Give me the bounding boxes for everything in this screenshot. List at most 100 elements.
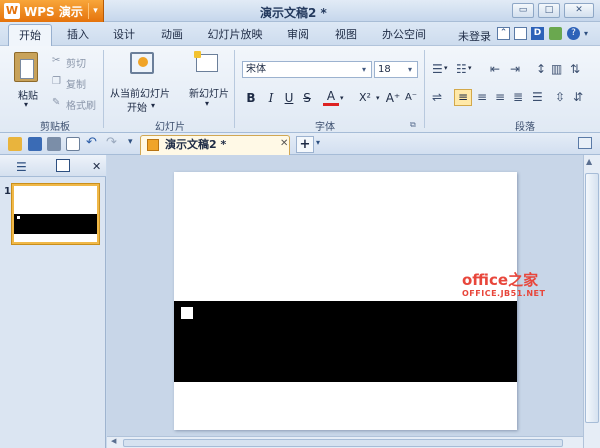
line-spacing-icon[interactable]: ↕	[536, 62, 546, 76]
play-from-current-icon[interactable]	[130, 52, 154, 74]
close-tab-icon[interactable]: ✕	[280, 138, 288, 149]
watermark-url: OFFICE.JB51.NET	[462, 289, 546, 298]
tab-view[interactable]: 视图	[326, 24, 366, 46]
save-icon[interactable]	[28, 137, 42, 151]
copy-button[interactable]: 复制	[66, 76, 86, 91]
distribute-icon[interactable]: ☰	[532, 90, 543, 104]
undo-icon[interactable]: ↶	[86, 135, 97, 150]
slide-number: 1	[4, 186, 11, 197]
italic-button[interactable]: I	[263, 90, 279, 106]
tab-animation[interactable]: 动画	[152, 24, 192, 46]
wps-app-button[interactable]: W WPS 演示 ▾	[0, 0, 104, 22]
font-color-button[interactable]: A	[323, 90, 339, 106]
document-tab[interactable]: 演示文稿2 *	[140, 135, 290, 155]
slide-thumbnail[interactable]	[12, 184, 99, 244]
grow-font-button[interactable]: A⁺	[384, 90, 402, 106]
login-status[interactable]: 未登录	[458, 28, 491, 44]
scroll-up-icon[interactable]: ▲	[586, 157, 592, 166]
office-space-icon[interactable]	[549, 27, 562, 40]
bullets-dropdown-icon[interactable]: ▾	[444, 64, 448, 72]
columns-icon[interactable]: ▥	[551, 62, 562, 76]
tab-design[interactable]: 设计	[104, 24, 144, 46]
chevron-down-icon[interactable]: ▾	[404, 62, 416, 77]
align-right-icon[interactable]: ≡	[495, 90, 505, 104]
print-icon[interactable]	[47, 137, 61, 151]
bullets-icon[interactable]: ☰	[432, 62, 443, 76]
new-tab-button[interactable]: +	[296, 136, 314, 153]
print-preview-icon[interactable]	[66, 137, 80, 151]
text-direction-icon[interactable]: ⇅	[570, 62, 580, 76]
font-dialog-launcher-icon[interactable]: ⧉	[410, 120, 416, 130]
font-name-value: 宋体	[246, 64, 266, 75]
numbering-dropdown-icon[interactable]: ▾	[468, 64, 472, 72]
numbering-icon[interactable]: ☷	[456, 62, 467, 76]
font-color-dropdown-icon[interactable]: ▾	[340, 94, 344, 102]
tab-slideshow[interactable]: 幻灯片放映	[200, 24, 270, 46]
document-tab-label: 演示文稿2 *	[165, 138, 227, 151]
vertical-scrollbar[interactable]: ▲	[583, 155, 600, 448]
window-title: 演示文稿2 *	[260, 6, 327, 20]
wps-logo-icon: W	[4, 3, 20, 19]
play-from-current-label-2[interactable]: 开始	[127, 99, 147, 114]
align-center-icon[interactable]: ≡	[477, 90, 487, 104]
horizontal-scroll-thumb[interactable]	[123, 439, 563, 447]
close-pane-icon[interactable]: ✕	[92, 160, 101, 173]
help-dropdown-icon[interactable]: ▾	[584, 29, 588, 38]
white-square-shape[interactable]	[181, 307, 193, 319]
close-button[interactable]: ✕	[564, 3, 594, 18]
font-size-value: 18	[378, 64, 391, 75]
scroll-thumb[interactable]	[585, 173, 599, 423]
paste-dropdown-icon[interactable]: ▾	[24, 100, 28, 109]
docer-icon[interactable]: D	[531, 27, 544, 40]
tab-insert[interactable]: 插入	[58, 24, 98, 46]
superscript-dropdown-icon[interactable]: ▾	[376, 94, 380, 102]
new-slide-icon[interactable]	[194, 51, 218, 72]
tab-review[interactable]: 审阅	[278, 24, 318, 46]
decrease-indent-icon[interactable]: ⇤	[490, 62, 500, 76]
superscript-button[interactable]: X²	[355, 90, 375, 106]
tab-list-icon[interactable]: ▾	[316, 138, 320, 147]
tab-home[interactable]: 开始	[8, 24, 52, 46]
paragraph-group-label: 段落	[515, 122, 535, 133]
slides-tab-icon[interactable]	[56, 159, 70, 172]
underline-button[interactable]: U	[281, 90, 297, 106]
slides-group-label: 幻灯片	[155, 122, 185, 133]
new-slide-dropdown-icon[interactable]: ▾	[205, 99, 209, 108]
shrink-font-button[interactable]: A⁻	[402, 90, 420, 106]
horizontal-scrollbar[interactable]: ◀	[107, 436, 583, 448]
collapse-ribbon-icon[interactable]: ⌃	[497, 27, 510, 40]
restore-pane-icon[interactable]	[578, 137, 592, 149]
customize-toolbar-icon[interactable]: ▾	[128, 137, 133, 147]
font-name-select[interactable]: 宋体 ▾	[242, 61, 372, 78]
skin-icon[interactable]	[514, 27, 527, 40]
new-slide-button[interactable]: 新幻灯片	[189, 85, 229, 100]
help-icon[interactable]: ?	[567, 27, 580, 40]
play-dropdown-icon[interactable]: ▾	[151, 101, 155, 110]
text-wrap-icon[interactable]: ⇌	[432, 90, 442, 104]
open-icon[interactable]	[8, 137, 22, 151]
cut-button[interactable]: 剪切	[66, 55, 86, 70]
restore-button[interactable]: □	[538, 3, 560, 18]
increase-indent-icon[interactable]: ⇥	[510, 62, 520, 76]
format-painter-button[interactable]: 格式刷	[66, 97, 96, 112]
tab-office-space[interactable]: 办公空间	[374, 24, 434, 46]
redo-icon[interactable]: ↷	[106, 135, 117, 150]
justify-icon[interactable]: ≣	[513, 90, 523, 104]
font-size-select[interactable]: 18 ▾	[374, 61, 418, 78]
paragraph-spacing-icon[interactable]: ⇳	[555, 90, 565, 104]
minimize-button[interactable]: ▭	[512, 3, 534, 18]
chevron-down-icon[interactable]: ▾	[358, 62, 370, 77]
vertical-align-icon[interactable]: ⇵	[573, 90, 583, 104]
scroll-left-icon[interactable]: ◀	[111, 437, 116, 445]
paste-icon[interactable]	[14, 52, 38, 82]
outline-tab-icon[interactable]: ☰	[16, 160, 27, 174]
clipboard-group-label: 剪贴板	[40, 122, 70, 133]
slide[interactable]	[174, 172, 517, 430]
bold-button[interactable]: B	[243, 90, 259, 106]
strikethrough-button[interactable]: S	[299, 90, 315, 106]
play-from-current-label[interactable]: 从当前幻灯片	[110, 85, 170, 100]
app-menu-arrow-icon[interactable]: ▾	[88, 3, 102, 19]
font-group-label: 字体	[315, 122, 335, 133]
align-left-button[interactable]: ≡	[454, 89, 472, 106]
black-band-shape[interactable]	[174, 301, 517, 382]
